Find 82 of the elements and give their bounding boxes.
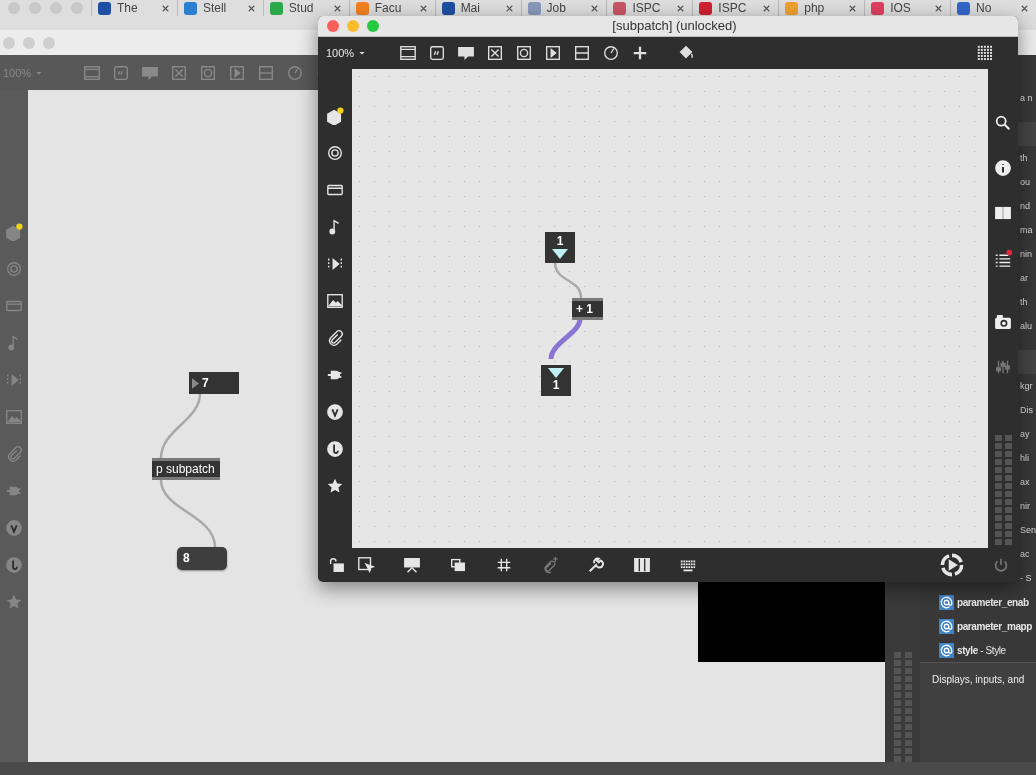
attribute-row[interactable]: ac bbox=[1020, 549, 1030, 559]
triangle-icon bbox=[192, 377, 199, 389]
browser-tab[interactable]: The bbox=[91, 0, 177, 16]
attribute-row[interactable]: Dis bbox=[1020, 405, 1033, 415]
favicon-icon bbox=[527, 1, 541, 15]
favicon-icon bbox=[183, 1, 197, 15]
attribute-name[interactable]: parameter_enab bbox=[957, 596, 1029, 608]
patch-cord bbox=[159, 479, 217, 548]
lock-icon[interactable] bbox=[327, 556, 345, 575]
attribute-row[interactable]: ay bbox=[1020, 429, 1030, 439]
play-circle-icon[interactable] bbox=[940, 553, 964, 578]
favicon-icon bbox=[957, 1, 971, 15]
attribute-name[interactable]: style - Style bbox=[957, 644, 1006, 656]
attribute-row[interactable]: a n bbox=[1020, 93, 1033, 103]
image-icon[interactable] bbox=[326, 291, 344, 310]
power-icon[interactable] bbox=[992, 556, 1010, 575]
attribute-row[interactable]: hli bbox=[1020, 453, 1029, 463]
paperclip-icon[interactable] bbox=[5, 445, 23, 463]
dial-icon[interactable] bbox=[602, 43, 621, 62]
attribute-name[interactable]: parameter_mapp bbox=[957, 620, 1032, 632]
patch-cord bbox=[159, 393, 202, 459]
at-sign-icon bbox=[939, 642, 954, 658]
favicon-icon bbox=[98, 1, 111, 15]
favicon-icon bbox=[699, 1, 713, 15]
favicon-icon bbox=[355, 1, 369, 15]
toggle-icon[interactable] bbox=[486, 43, 505, 62]
paperclip-plus-icon[interactable] bbox=[541, 556, 559, 575]
description-text: Displays, inputs, and bbox=[932, 674, 1025, 685]
list-icon[interactable] bbox=[994, 248, 1012, 267]
attribute-row[interactable]: ar bbox=[1020, 273, 1028, 283]
number-box[interactable]: 7 bbox=[189, 372, 239, 394]
attribute-row[interactable]: - S bbox=[1020, 573, 1032, 583]
favicon-icon bbox=[871, 1, 885, 15]
patch-cord bbox=[553, 261, 583, 299]
object-box[interactable]: + 1 bbox=[572, 297, 603, 320]
paperclip-icon[interactable] bbox=[326, 328, 344, 347]
inlet-box[interactable]: 1 bbox=[545, 231, 575, 263]
dot-grid-icon[interactable] bbox=[976, 43, 994, 62]
cube-icon[interactable] bbox=[5, 223, 23, 241]
attribute-row[interactable]: nin bbox=[1020, 249, 1032, 259]
outlet-box[interactable]: 1 bbox=[541, 364, 571, 396]
camera-icon[interactable] bbox=[994, 312, 1012, 331]
attribute-row[interactable]: ma bbox=[1020, 225, 1033, 235]
window-icon[interactable] bbox=[399, 43, 418, 62]
piano-icon[interactable] bbox=[633, 556, 651, 575]
message-box[interactable]: 8 bbox=[177, 547, 227, 570]
play-square-icon[interactable] bbox=[544, 43, 563, 62]
object-box[interactable]: p subpatch bbox=[152, 458, 220, 480]
browser-tab[interactable]: Stell bbox=[176, 0, 263, 16]
slider-icon[interactable] bbox=[573, 43, 592, 62]
favicon-icon bbox=[785, 1, 799, 15]
patch-cord bbox=[548, 318, 583, 360]
v-circle-icon[interactable] bbox=[326, 402, 344, 421]
cube-icon[interactable] bbox=[326, 106, 344, 125]
window-title: [subpatch] (unlocked) bbox=[611, 18, 738, 34]
attribute-row[interactable]: nd bbox=[1020, 201, 1030, 211]
target-icon[interactable] bbox=[326, 143, 344, 162]
triangle-icon bbox=[548, 368, 564, 379]
presentation-icon[interactable] bbox=[403, 556, 421, 575]
triangle-icon bbox=[552, 249, 568, 260]
search-icon[interactable] bbox=[994, 113, 1012, 132]
attribute-row[interactable]: th bbox=[1020, 153, 1028, 163]
attribute-row[interactable]: th bbox=[1020, 297, 1028, 307]
attribute-row[interactable]: kgr bbox=[1020, 381, 1033, 391]
attribute-row[interactable]: Sen bbox=[1020, 525, 1036, 535]
message-box-icon[interactable] bbox=[428, 43, 447, 62]
attribute-row[interactable]: ax bbox=[1020, 477, 1030, 487]
star-icon[interactable] bbox=[5, 593, 23, 611]
favicon-icon bbox=[269, 1, 283, 15]
at-sign-icon bbox=[939, 618, 954, 634]
attribute-row[interactable]: nir bbox=[1020, 501, 1030, 511]
at-sign-icon bbox=[939, 594, 954, 610]
attribute-row[interactable]: ou bbox=[1020, 177, 1030, 187]
wrench-icon[interactable] bbox=[587, 556, 605, 575]
toggle-icon[interactable] bbox=[170, 63, 189, 82]
favicon-icon bbox=[613, 1, 627, 15]
zoom-menu[interactable]: 100% bbox=[326, 46, 355, 59]
selection-icon[interactable] bbox=[357, 556, 375, 575]
attribute-row[interactable]: alu bbox=[1020, 321, 1032, 331]
favicon-icon bbox=[441, 1, 455, 15]
info-icon[interactable] bbox=[994, 158, 1012, 177]
slider-icon[interactable] bbox=[257, 63, 276, 82]
